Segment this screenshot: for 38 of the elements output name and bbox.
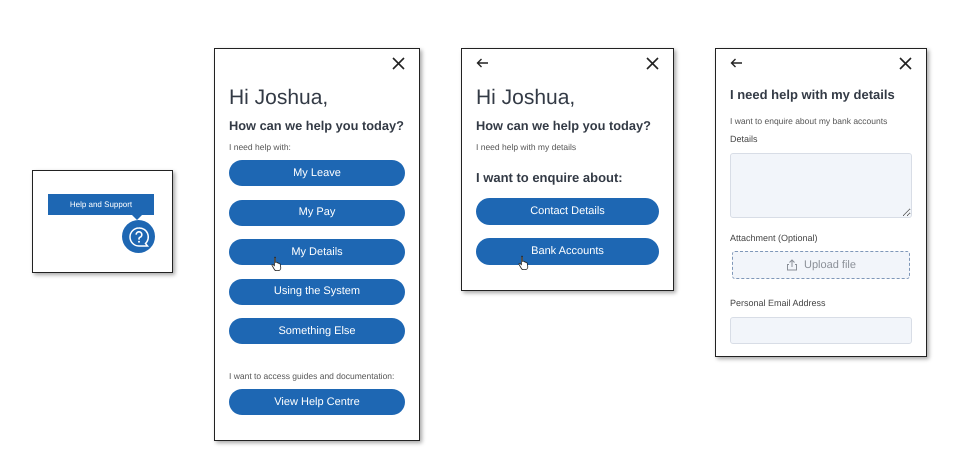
field-label: Details xyxy=(730,133,759,146)
upload-button[interactable]: Upload file xyxy=(732,251,910,280)
email-field[interactable] xyxy=(730,316,912,344)
option-button[interactable]: My Pay xyxy=(229,200,405,226)
prompt-text: I need help with: xyxy=(229,141,292,154)
back-button[interactable] xyxy=(730,58,743,68)
heading: How can we help you today? xyxy=(229,117,405,136)
back-arrow-icon xyxy=(476,58,489,68)
prompt-text: I want to enquire about my bank accounts xyxy=(730,114,888,128)
option-button[interactable]: Something Else xyxy=(229,318,405,344)
option-button[interactable]: Using the System xyxy=(229,278,405,305)
tooltip: Help and Support xyxy=(48,194,154,220)
greeting: Hi Joshua, xyxy=(476,85,576,110)
close-icon xyxy=(899,56,912,70)
back-button[interactable] xyxy=(476,58,489,68)
heading: How can we help you today? xyxy=(476,117,652,136)
back-arrow-icon xyxy=(730,58,743,68)
heading: I need help with my details xyxy=(730,86,896,104)
prompt-text: I want to access guides and documentation: xyxy=(229,370,396,383)
field-label: Personal Email Address xyxy=(730,297,827,310)
close-button[interactable] xyxy=(392,56,405,70)
option-button[interactable]: My Leave xyxy=(229,160,405,186)
hand-cursor-icon xyxy=(518,254,530,270)
help-icon xyxy=(128,226,150,248)
details-field[interactable] xyxy=(730,152,912,218)
upload-icon xyxy=(786,259,798,272)
close-icon xyxy=(646,56,659,70)
field-label: Attachment (Optional) xyxy=(730,232,819,245)
prompt-text: I need help with my details xyxy=(476,141,578,154)
close-icon xyxy=(392,56,405,70)
close-button[interactable] xyxy=(899,56,912,70)
help-button[interactable] xyxy=(122,220,155,253)
hand-cursor-icon xyxy=(271,256,283,272)
close-button[interactable] xyxy=(646,56,659,70)
greeting: Hi Joshua, xyxy=(229,85,330,110)
option-button[interactable]: Contact Details xyxy=(476,198,659,225)
option-button[interactable]: View Help Centre xyxy=(229,388,405,415)
subheading: I want to enquire about: xyxy=(476,169,624,188)
